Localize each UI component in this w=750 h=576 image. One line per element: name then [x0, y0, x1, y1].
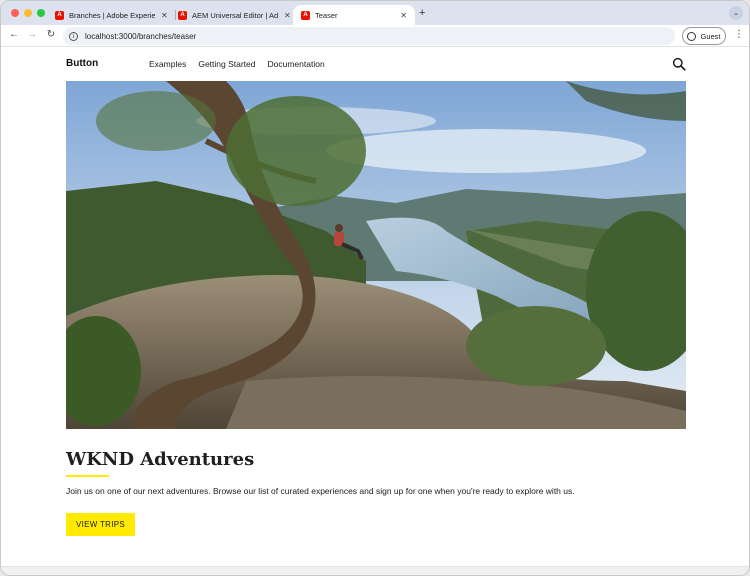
tab-strip: A Branches | Adobe Experience Manager ✕ …	[1, 1, 749, 25]
nav-link-getting-started[interactable]: Getting Started	[198, 59, 255, 69]
tab-search-button[interactable]: ⌄	[729, 6, 743, 20]
teaser-hero-image	[66, 81, 686, 429]
adobe-icon: A	[55, 10, 64, 20]
title-underline	[66, 475, 109, 477]
profile-label: Guest	[700, 31, 721, 41]
web-page: Button Examples Getting Started Document…	[1, 48, 749, 566]
window-controls	[11, 9, 45, 17]
teaser-description: Join us on one of our next adventures. B…	[66, 486, 575, 496]
browser-window: A Branches | Adobe Experience Manager ✕ …	[0, 0, 750, 576]
tab-universal-editor[interactable]: A AEM Universal Editor | Adobe ✕	[170, 5, 299, 25]
close-tab-icon[interactable]: ✕	[400, 11, 407, 20]
horizontal-scrollbar[interactable]	[1, 566, 749, 575]
tab-title: Branches | Adobe Experience Manager	[69, 10, 155, 20]
person-icon	[687, 31, 697, 41]
nav-link-examples[interactable]: Examples	[149, 59, 186, 69]
browser-menu-icon[interactable]: ⋮	[734, 29, 744, 40]
profile-button[interactable]: Guest	[682, 27, 726, 45]
tab-title: AEM Universal Editor | Adobe	[192, 10, 278, 20]
view-trips-button[interactable]: VIEW TRIPS	[66, 513, 135, 536]
minimize-window-button[interactable]	[24, 9, 32, 17]
forward-button[interactable]: →	[25, 29, 39, 40]
browser-toolbar: ← → ↻ i localhost:3000/branches/teaser G…	[1, 25, 749, 47]
maximize-window-button[interactable]	[37, 9, 45, 17]
nav-link-documentation[interactable]: Documentation	[268, 59, 325, 69]
site-brand[interactable]: Button	[66, 58, 98, 69]
adobe-icon: A	[301, 10, 310, 20]
tab-teaser[interactable]: A Teaser ✕	[293, 5, 415, 25]
new-tab-button[interactable]: +	[419, 7, 425, 19]
adobe-icon: A	[178, 10, 187, 20]
close-tab-icon[interactable]: ✕	[284, 11, 291, 20]
site-nav: Examples Getting Started Documentation	[149, 59, 325, 69]
tab-title: Teaser	[315, 10, 338, 20]
search-icon[interactable]	[672, 57, 686, 71]
close-tab-icon[interactable]: ✕	[161, 11, 168, 20]
url-text: localhost:3000/branches/teaser	[85, 31, 197, 41]
tab-branches[interactable]: A Branches | Adobe Experience Manager ✕	[47, 5, 176, 25]
address-bar[interactable]: i localhost:3000/branches/teaser	[63, 27, 675, 45]
teaser-title: WKND Adventures	[66, 449, 255, 470]
site-info-icon[interactable]: i	[69, 31, 78, 41]
close-window-button[interactable]	[11, 9, 19, 17]
back-button[interactable]: ←	[7, 29, 21, 40]
site-header: Button Examples Getting Started Document…	[66, 57, 686, 73]
reload-button[interactable]: ↻	[44, 29, 58, 40]
